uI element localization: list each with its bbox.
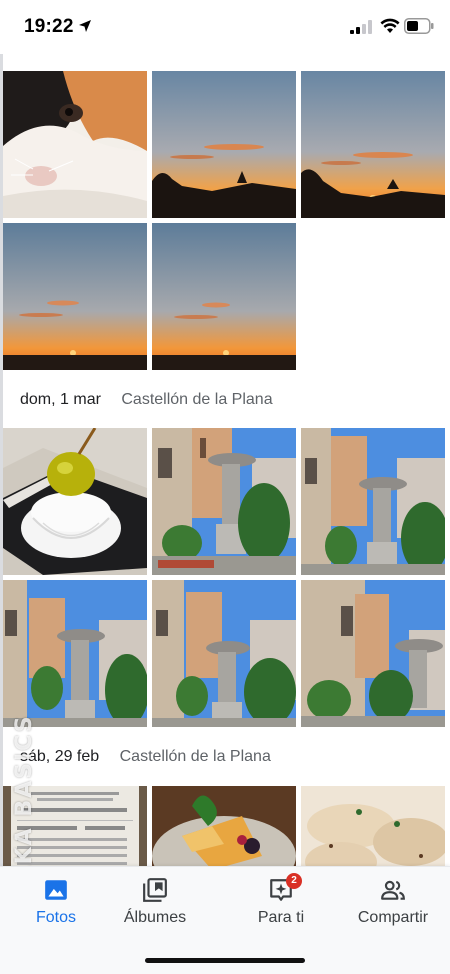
photo-row [3,428,445,575]
wifi-icon [380,18,400,33]
nav-tab-photos[interactable]: Fotos [0,877,112,937]
photo-thumbnail-fountain[interactable] [301,580,445,727]
photo-thumbnail-fountain[interactable] [152,580,296,727]
section-date: dom, 1 mar [20,391,101,408]
nav-label-albums: Álbumes [123,909,187,926]
photo-row [3,580,445,727]
cellular-signal-icon [350,20,372,34]
date-section-header: dom, 1 mar Castellón de la Plana [20,391,273,415]
photo-icon [45,880,67,900]
location-arrow-icon [79,20,91,32]
photo-thumbnail-sunset[interactable] [301,71,445,218]
photo-thumbnail-sunset[interactable] [152,223,296,370]
photo-thumbnail-dessert[interactable] [3,428,147,575]
albums-icon [143,878,167,902]
status-bar: 19:22 [0,0,450,56]
nav-label-for-you: Para ti [257,909,305,926]
section-location[interactable]: Castellón de la Plana [120,748,271,765]
battery-icon [404,18,434,34]
photo-thumbnail-fountain[interactable] [3,580,147,727]
photo-thumbnail-fountain[interactable] [301,428,445,575]
photo-thumbnail-cat[interactable] [3,71,147,218]
photo-row [3,71,445,218]
nav-tab-for-you[interactable]: 2 Para ti [225,873,337,937]
nav-label-photos: Fotos [35,909,76,926]
home-indicator[interactable] [145,958,305,963]
nav-tab-albums[interactable]: Álbumes [99,877,211,937]
nav-tab-sharing[interactable]: Compartir [337,877,449,937]
nav-label-sharing: Compartir [357,909,429,926]
section-location[interactable]: Castellón de la Plana [121,391,272,408]
photo-thumbnail-sunset[interactable] [152,71,296,218]
photo-thumbnail-sunset[interactable] [3,223,147,370]
photo-row [3,223,296,370]
photo-thumbnail-fountain[interactable] [152,428,296,575]
status-time: 19:22 [24,16,74,37]
date-section-header: sáb, 29 feb Castellón de la Plana [20,748,271,772]
share-people-icon [381,880,405,900]
notification-badge: 2 [286,873,302,889]
